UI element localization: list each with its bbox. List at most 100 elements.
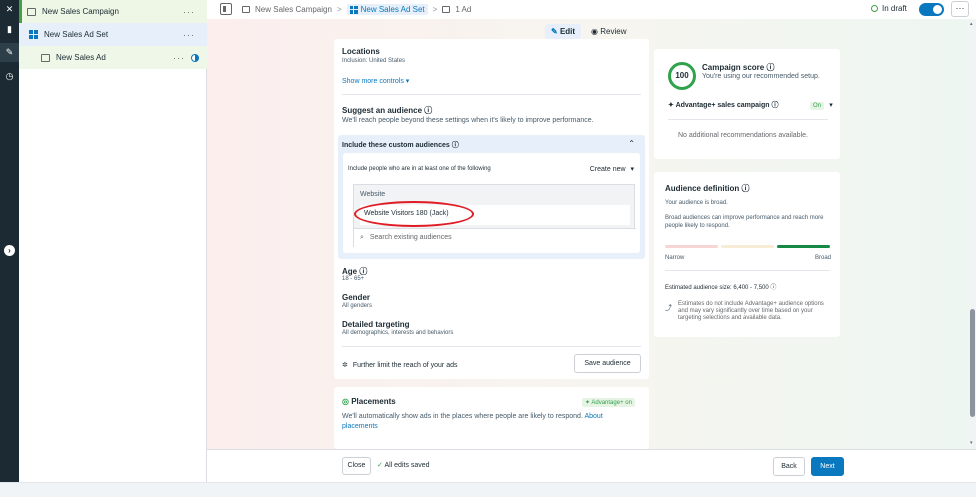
custom-audiences-box: Include these custom audiences ⓘ ⌃ Inclu…	[338, 135, 645, 259]
save-audience-button[interactable]: Save audience	[574, 354, 641, 373]
adset-grid-icon	[29, 30, 38, 39]
next-button[interactable]: Next	[811, 457, 844, 476]
locations-value: Inclusion: United States	[342, 58, 406, 64]
back-button[interactable]: Back	[773, 457, 805, 476]
audience-broad: Your audience is broad.	[665, 200, 728, 206]
sidebar-toggle-icon[interactable]	[220, 3, 232, 15]
meter-narrow-label: Narrow	[665, 255, 685, 261]
crumb-adset-label: New Sales Ad Set	[360, 5, 425, 14]
create-new-button[interactable]: Create new ▾	[590, 165, 634, 173]
info-icon[interactable]: ⓘ	[359, 267, 367, 276]
info-icon[interactable]: ⓘ	[771, 102, 778, 109]
advantage-badge-label: Advantage+ on	[591, 400, 632, 406]
show-more-controls-link[interactable]: Show more controls ▾	[342, 77, 409, 85]
placements-title-text: Placements	[351, 397, 396, 406]
footer-strip	[0, 482, 976, 497]
collapse-chevron-icon[interactable]: ⌃	[628, 139, 635, 148]
adset-label: New Sales Ad Set	[44, 30, 109, 39]
tree-item-campaign[interactable]: New Sales Campaign ···	[19, 0, 207, 23]
pencil-icon: ✎	[551, 27, 558, 36]
clock-icon[interactable]: ◷	[4, 71, 15, 82]
suggest-title: Suggest an audience ⓘ	[342, 105, 432, 116]
audience-note: Estimates do not include Advantage+ audi…	[678, 301, 824, 321]
chevron-down-icon[interactable]: ▾	[829, 102, 833, 109]
audience-broad-desc: Broad audiences can improve performance …	[665, 215, 824, 229]
age-value: 18 - 65+	[342, 276, 365, 282]
audience-def-title: Audience definition ⓘ	[665, 183, 749, 194]
ad-label: New Sales Ad	[56, 53, 106, 62]
placements-card: ◎ Placements ✦ Advantage+ on We'll autom…	[334, 387, 649, 449]
check-icon: ✓	[377, 462, 383, 469]
search-icon: ⌕	[360, 234, 364, 241]
audience-def-title-text: Audience definition	[665, 184, 740, 193]
scrollbar[interactable]: ▴ ▾	[969, 19, 976, 449]
campaign-crumb-icon	[242, 6, 250, 13]
mode-tabs: ✎ Edit ◉ Review	[545, 24, 627, 39]
publish-toggle[interactable]	[919, 3, 944, 16]
tab-edit-label: Edit	[559, 27, 576, 36]
more-options-button[interactable]: ···	[951, 1, 969, 17]
meter-broad-label: Broad	[815, 255, 832, 261]
custom-audience-panel: Include people who are in at least one o…	[343, 153, 640, 253]
info-icon[interactable]: ⓘ	[770, 285, 776, 291]
chart-icon[interactable]: ▮	[4, 24, 15, 35]
info-icon[interactable]: ⓘ	[452, 142, 459, 149]
placements-desc: We'll automatically show ads in the plac…	[342, 412, 632, 432]
gear-icon: ✲	[342, 362, 348, 369]
close-button[interactable]: Close	[342, 457, 371, 475]
audience-size-text: Estimated audience size: 6,400 - 7,500	[665, 285, 769, 291]
adset-more-icon[interactable]: ···	[183, 30, 195, 40]
divider	[342, 94, 641, 95]
include-text: Include people who are in at least one o…	[348, 166, 491, 172]
campaign-score-card: 100 Campaign score ⓘ You're using our re…	[654, 49, 840, 159]
dropdown-caret-icon: ▾	[630, 166, 634, 173]
left-rail: ✕ ▮ ✎ ◷ ›	[0, 0, 19, 482]
scroll-down-icon[interactable]: ▾	[970, 440, 973, 446]
ad-more-icon[interactable]: ···	[173, 53, 185, 63]
crumb-separator: >	[432, 5, 438, 14]
draft-status: In draft	[871, 4, 907, 13]
save-status: ✓ All edits saved	[377, 461, 430, 469]
campaign-label: New Sales Campaign	[42, 7, 119, 16]
audience-search-input[interactable]: ⌕ Search existing audiences	[354, 228, 636, 247]
check-circle-icon: ◎	[342, 397, 349, 406]
info-icon[interactable]: ⓘ	[741, 184, 749, 193]
info-icon[interactable]: ⓘ	[424, 106, 432, 115]
close-icon[interactable]: ✕	[4, 4, 15, 15]
campaign-more-icon[interactable]: ···	[183, 7, 195, 17]
highlight-circle	[354, 201, 474, 227]
advantage-campaign-label: Advantage+ sales campaign	[675, 102, 770, 109]
detailed-value: All demographics, interests and behavior…	[342, 330, 454, 336]
divider	[665, 270, 830, 271]
chevron-right-icon[interactable]: ›	[4, 245, 15, 256]
tree-item-ad[interactable]: New Sales Ad ···	[19, 46, 207, 69]
crumb-adset[interactable]: New Sales Ad Set	[346, 4, 428, 15]
audience-option[interactable]: Website Visitors 180 (Jack)	[354, 201, 630, 227]
suggest-title-text: Suggest an audience	[342, 106, 423, 115]
meter-narrow-segment	[665, 245, 718, 248]
pencil-icon[interactable]: ✎	[4, 47, 15, 58]
further-limit-label: Further limit the reach of your ads	[352, 362, 458, 369]
tab-review[interactable]: ◉ Review	[591, 27, 626, 36]
gender-title: Gender	[342, 293, 371, 302]
eye-icon: ◉	[591, 27, 599, 36]
on-badge: On	[810, 102, 825, 110]
campaign-tree: New Sales Campaign ··· New Sales Ad Set …	[19, 0, 207, 482]
tree-item-adset[interactable]: New Sales Ad Set ···	[19, 23, 207, 46]
sparkle-icon: ✦	[668, 102, 674, 109]
info-icon[interactable]: ⓘ	[766, 63, 774, 72]
draft-label: In draft	[882, 4, 907, 13]
further-limit-link[interactable]: ✲ Further limit the reach of your ads	[342, 361, 457, 369]
ad-icon	[41, 53, 50, 62]
crumb-campaign[interactable]: New Sales Campaign	[255, 5, 332, 14]
custom-title-text: Include these custom audiences	[342, 142, 450, 149]
tab-edit[interactable]: ✎ Edit	[545, 24, 582, 39]
crumb-ad[interactable]: 1 Ad	[455, 5, 471, 14]
bottom-bar: Close ✓ All edits saved Back Next	[207, 449, 976, 482]
score-title: Campaign score ⓘ	[702, 62, 774, 73]
advantage-campaign-row[interactable]: ✦ Advantage+ sales campaign ⓘ	[668, 100, 778, 110]
scrollbar-thumb[interactable]	[970, 309, 975, 417]
scroll-up-icon[interactable]: ▴	[970, 21, 973, 27]
ad-crumb-icon	[442, 6, 451, 13]
folder-icon	[27, 7, 36, 16]
